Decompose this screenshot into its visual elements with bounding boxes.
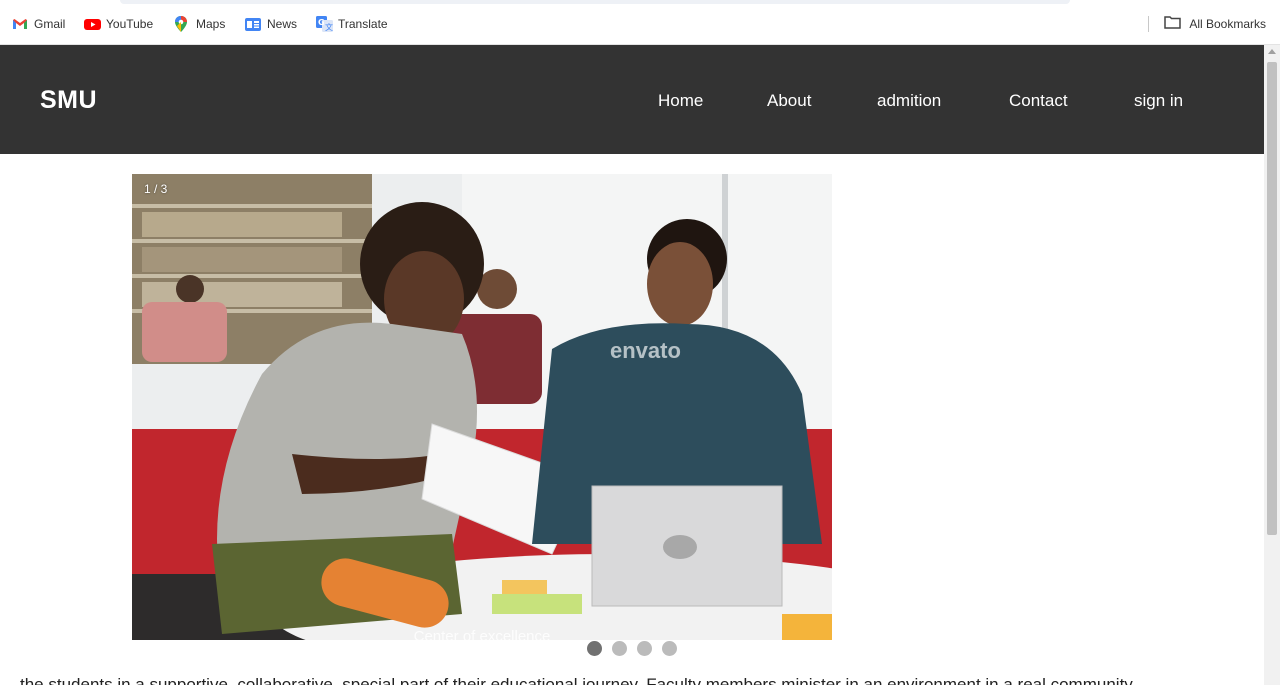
slide-dot-3[interactable]: [637, 641, 652, 656]
slideshow-image: envato 1 / 3 Center of excellence: [132, 174, 832, 640]
bookmark-gmail[interactable]: Gmail: [12, 15, 65, 33]
scroll-up-arrow-icon[interactable]: [1268, 49, 1276, 54]
nav-admission[interactable]: admition: [877, 91, 941, 111]
youtube-icon: [84, 16, 101, 32]
site-logo[interactable]: SMU: [40, 86, 97, 115]
bookmarks-bar: Gmail YouTube Maps News G文 Translate All…: [0, 0, 1280, 45]
nav-home[interactable]: Home: [658, 91, 703, 111]
nav-contact[interactable]: Contact: [1009, 91, 1068, 111]
slide-dot-1[interactable]: [587, 641, 602, 656]
gmail-icon: [12, 16, 28, 32]
intro-paragraph: the students in a supportive, collaborat…: [20, 676, 1220, 685]
bookmark-translate[interactable]: G文 Translate: [316, 15, 388, 33]
site-header: SMU Home About admition Contact sign in: [0, 45, 1264, 154]
bookmark-youtube[interactable]: YouTube: [84, 15, 153, 33]
scrollbar-thumb[interactable]: [1267, 62, 1277, 535]
bookmark-maps[interactable]: Maps: [174, 15, 225, 33]
students-photo: [132, 174, 832, 640]
slide-caption: Center of excellence: [413, 630, 551, 640]
watermark-text: envato: [610, 338, 681, 363]
bookmark-label: Gmail: [34, 17, 66, 31]
nav-about[interactable]: About: [767, 91, 811, 111]
bookmarks-divider: [1148, 16, 1149, 32]
folder-icon: [1164, 15, 1182, 32]
slide-dot-4[interactable]: [662, 641, 677, 656]
bookmark-label: Translate: [338, 17, 388, 31]
bookmark-label: News: [267, 17, 298, 31]
news-icon: [245, 16, 261, 32]
maps-icon: [174, 16, 190, 32]
page-scrollbar[interactable]: [1264, 45, 1280, 685]
bookmark-label: YouTube: [106, 17, 154, 31]
svg-text:G: G: [318, 18, 325, 27]
nav-sign-in[interactable]: sign in: [1134, 91, 1183, 111]
bookmark-label: Maps: [196, 17, 226, 31]
bookmark-news[interactable]: News: [245, 15, 297, 33]
all-bookmarks-button[interactable]: All Bookmarks: [1164, 15, 1266, 32]
slide-dot-2[interactable]: [612, 641, 627, 656]
svg-text:文: 文: [325, 22, 333, 32]
translate-icon: G文: [316, 16, 333, 32]
slideshow-dots: [587, 641, 677, 656]
address-bar-edge: [120, 0, 1070, 4]
all-bookmarks-label: All Bookmarks: [1189, 16, 1266, 31]
slide-counter: 1 / 3: [144, 182, 168, 196]
